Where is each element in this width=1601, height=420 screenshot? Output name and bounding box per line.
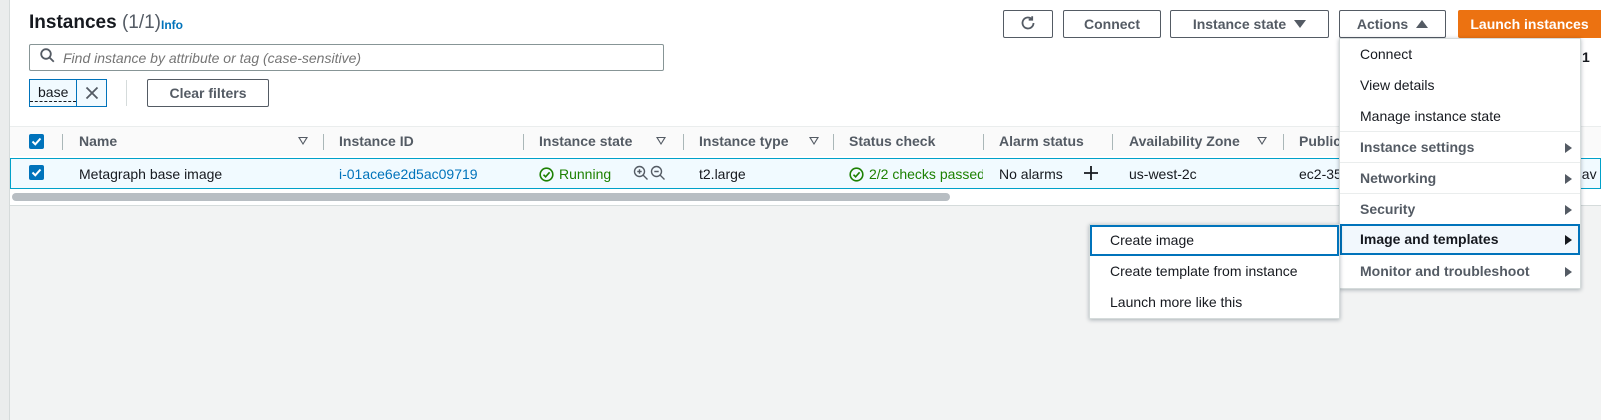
sort-icon[interactable]	[298, 137, 308, 145]
filter-token: base	[29, 79, 108, 107]
column-divider	[1283, 134, 1284, 150]
sort-icon[interactable]	[1257, 137, 1267, 145]
row-checkbox[interactable]	[29, 165, 44, 180]
menu-item-label: Networking	[1360, 170, 1437, 186]
success-icon	[539, 166, 554, 182]
menu-item-instance-settings[interactable]: Instance settings	[1340, 132, 1580, 163]
sort-icon[interactable]	[656, 137, 666, 145]
actions-button[interactable]: Actions	[1339, 10, 1446, 38]
column-divider	[833, 134, 834, 150]
close-icon	[85, 86, 98, 100]
column-availability-zone[interactable]: Availability Zone	[1129, 133, 1240, 149]
column-instance-type[interactable]: Instance type	[699, 133, 788, 149]
caret-right-icon	[1565, 267, 1572, 277]
column-status-check[interactable]: Status check	[849, 133, 935, 149]
search-input[interactable]	[63, 49, 643, 66]
selection-count: (1/1)	[121, 12, 162, 33]
submenu-item-create-image[interactable]: Create image	[1090, 225, 1339, 256]
caret-right-icon	[1565, 205, 1572, 215]
launch-instances-button[interactable]: Launch instances	[1458, 10, 1601, 38]
cell-name: Metagraph base image	[79, 166, 223, 182]
remove-filter-button[interactable]	[76, 80, 106, 106]
refresh-button[interactable]	[1003, 10, 1053, 38]
left-gutter	[0, 0, 10, 420]
filter-divider	[126, 80, 127, 106]
sort-icon[interactable]	[809, 137, 819, 145]
column-divider	[62, 134, 63, 150]
cell-availability-zone: us-west-2c	[1129, 166, 1197, 182]
zoom-in-icon[interactable]	[633, 165, 649, 184]
instance-state-button[interactable]: Instance state	[1170, 10, 1329, 38]
check-icon	[31, 168, 42, 177]
refresh-icon	[1019, 14, 1037, 35]
cell-instance-id-link[interactable]: i-01ace6e2d5ac09719	[339, 166, 478, 182]
caret-right-icon	[1565, 143, 1572, 153]
menu-item-manage-instance-state[interactable]: Manage instance state	[1340, 101, 1580, 132]
cell-instance-state: Running	[539, 166, 611, 182]
search-icon	[40, 47, 55, 68]
image-templates-submenu: Create image Create template from instan…	[1089, 224, 1340, 319]
cell-status-check: 2/2 checks passed	[849, 166, 983, 182]
column-instance-state[interactable]: Instance state	[539, 133, 632, 149]
zoom-out-icon[interactable]	[650, 165, 666, 184]
menu-item-label: Image and templates	[1360, 231, 1499, 247]
success-icon	[849, 166, 864, 182]
status-check-label: 2/2 checks passed	[869, 166, 983, 182]
connect-button[interactable]: Connect	[1063, 10, 1161, 38]
menu-item-label: Instance settings	[1360, 139, 1475, 155]
cell-public-dns: ec2-35	[1299, 166, 1342, 182]
submenu-item-launch-more-like-this[interactable]: Launch more like this	[1090, 287, 1339, 318]
column-alarm-status[interactable]: Alarm status	[999, 133, 1084, 149]
page-indicator-fragment: 1	[1582, 49, 1590, 65]
menu-item-monitor-and-troubleshoot[interactable]: Monitor and troubleshoot	[1340, 256, 1580, 287]
page-title: Instances (1/1)	[29, 12, 161, 34]
menu-item-security[interactable]: Security	[1340, 194, 1580, 225]
check-icon	[31, 137, 42, 146]
menu-item-label: Security	[1360, 201, 1416, 217]
caret-right-icon	[1565, 174, 1572, 184]
column-instance-id[interactable]: Instance ID	[339, 133, 414, 149]
menu-item-image-and-templates[interactable]: Image and templates	[1340, 224, 1580, 255]
menu-item-label: Monitor and troubleshoot	[1360, 263, 1530, 279]
select-all-checkbox[interactable]	[29, 134, 44, 149]
add-alarm-icon[interactable]	[1082, 164, 1100, 185]
horizontal-scrollbar[interactable]	[12, 193, 950, 201]
column-divider	[983, 134, 984, 150]
column-divider	[1112, 134, 1113, 150]
menu-item-networking[interactable]: Networking	[1340, 163, 1580, 194]
submenu-item-create-template[interactable]: Create template from instance	[1090, 256, 1339, 287]
info-link[interactable]: Info	[161, 18, 183, 32]
cell-instance-type: t2.large	[699, 166, 746, 182]
caret-down-icon	[1294, 20, 1307, 28]
actions-label: Actions	[1356, 16, 1409, 32]
menu-item-view-details[interactable]: View details	[1340, 70, 1580, 101]
clear-filters-button[interactable]: Clear filters	[147, 79, 269, 107]
column-public[interactable]: Public	[1299, 133, 1341, 149]
actions-menu: Connect View details Manage instance sta…	[1339, 38, 1581, 289]
search-field[interactable]	[29, 44, 664, 71]
column-divider	[683, 134, 684, 150]
page-title-text: Instances	[29, 12, 117, 33]
instance-state-label: Instance state	[1192, 16, 1287, 32]
column-name[interactable]: Name	[79, 133, 117, 149]
caret-up-icon	[1416, 20, 1429, 28]
cell-alarm-status: No alarms	[999, 166, 1063, 182]
caret-right-icon	[1565, 235, 1572, 245]
column-divider	[323, 134, 324, 150]
column-divider	[523, 134, 524, 150]
state-label: Running	[559, 166, 612, 182]
menu-item-connect[interactable]: Connect	[1340, 39, 1580, 70]
filter-token-label: base	[30, 80, 77, 102]
